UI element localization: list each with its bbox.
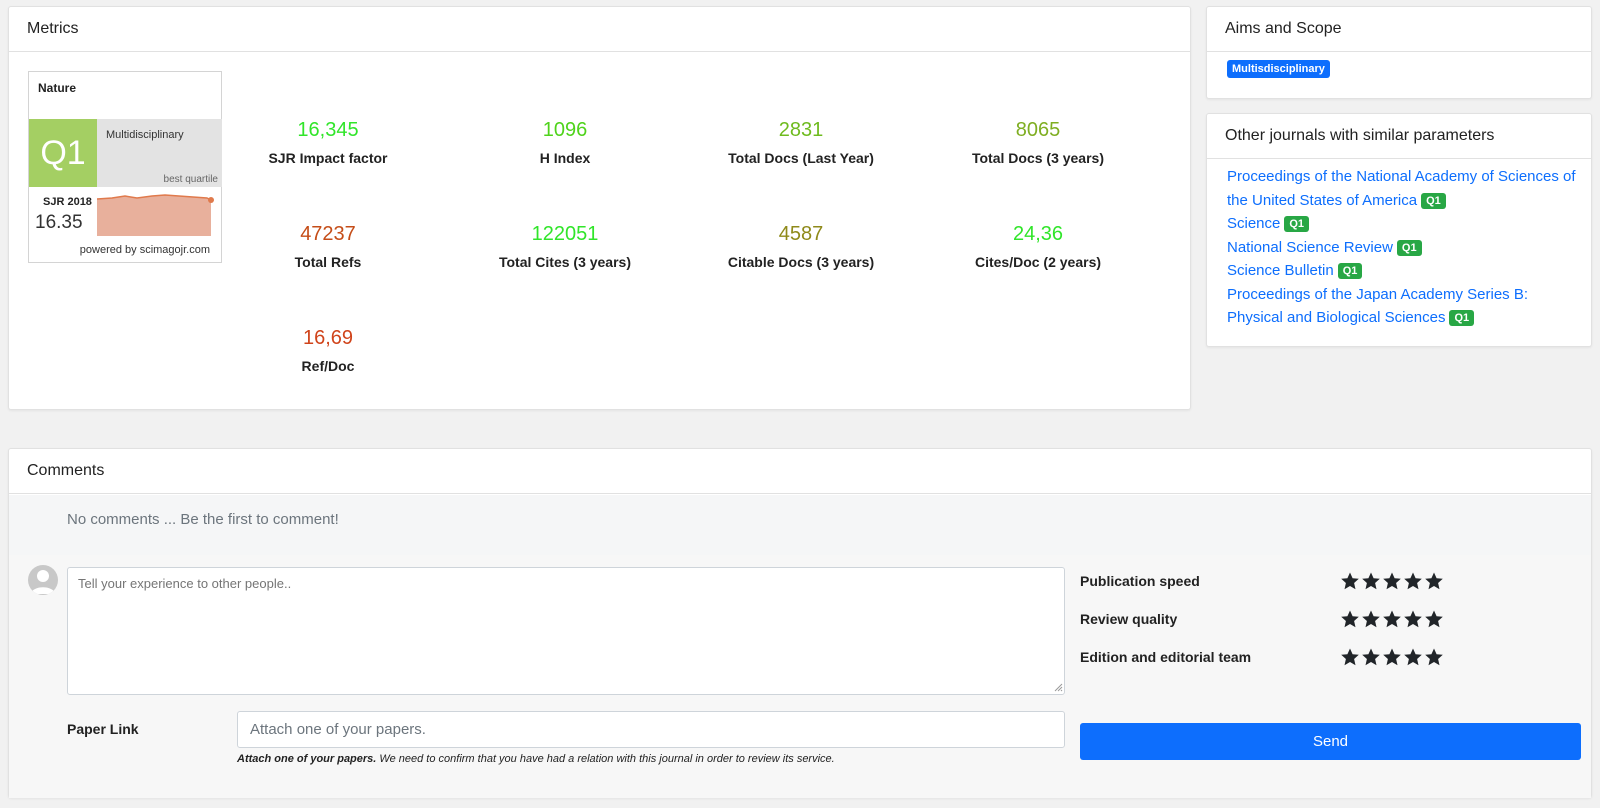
resize-grip-icon[interactable] <box>1054 683 1063 692</box>
paper-link-help: Attach one of your papers. We need to co… <box>237 753 835 765</box>
metric-value: 122051 <box>531 223 599 245</box>
metric-label: H Index <box>539 150 591 166</box>
sjr-trend-chart <box>97 194 214 236</box>
star-icon[interactable] <box>1403 609 1423 629</box>
sjr-trend-point <box>208 197 214 203</box>
star-rating <box>1340 571 1444 591</box>
sjr-category-box: Multidisciplinary best quartile <box>97 119 222 187</box>
metric-value: 47237 <box>300 223 356 245</box>
metric-item: 122051 Total Cites (3 years) <box>445 222 685 270</box>
metrics-card: Metrics Nature Q1 Multidisciplinary best… <box>8 6 1191 410</box>
scope-badge[interactable]: Multisdisciplinary <box>1227 60 1330 78</box>
paper-link-input[interactable]: Attach one of your papers. <box>237 711 1065 748</box>
star-icon[interactable] <box>1424 571 1444 591</box>
metric-item: 16,69 Ref/Doc <box>208 326 448 374</box>
star-icon[interactable] <box>1361 609 1381 629</box>
star-icon[interactable] <box>1424 647 1444 667</box>
star-icon[interactable] <box>1340 609 1360 629</box>
similar-journals-list: Proceedings of the National Academy of S… <box>1227 165 1581 330</box>
similar-journal-link[interactable]: National Science Review <box>1227 239 1393 256</box>
avatar <box>28 565 58 595</box>
sjr-widget[interactable]: Nature Q1 Multidisciplinary best quartil… <box>28 71 222 263</box>
quartile-badge: Q1 <box>1421 192 1446 209</box>
metric-value: 16,345 <box>297 119 359 141</box>
metric-item: 2831 Total Docs (Last Year) <box>681 118 921 166</box>
quartile-badge: Q1 <box>1284 216 1310 232</box>
similar-journal-link[interactable]: Science <box>1227 215 1280 232</box>
metric-item: 16,345 SJR Impact factor <box>208 118 448 166</box>
similar-journal-link[interactable]: Science Bulletin <box>1227 262 1334 279</box>
comments-title: Comments <box>9 449 1591 494</box>
rating-row: Review quality <box>1080 609 1460 629</box>
star-icon[interactable] <box>1382 647 1402 667</box>
aims-card: Aims and Scope Multisdisciplinary <box>1206 6 1592 99</box>
sjr-year-label: SJR 2018 <box>43 196 92 208</box>
metric-label: Total Docs (Last Year) <box>728 150 874 166</box>
similar-journals-title: Other journals with similar parameters <box>1207 114 1591 159</box>
metric-value: 4587 <box>778 223 824 245</box>
star-icon[interactable] <box>1424 609 1444 629</box>
rating-row: Edition and editorial team <box>1080 647 1460 667</box>
metric-value: 8065 <box>1015 119 1061 141</box>
metric-label: Cites/Doc (2 years) <box>974 254 1102 270</box>
similar-journal-item: Proceedings of the Japan Academy Series … <box>1227 283 1581 330</box>
similar-journal-link[interactable]: Proceedings of the Japan Academy Series … <box>1227 286 1528 327</box>
similar-journals-card: Other journals with similar parameters P… <box>1206 113 1592 347</box>
sjr-value: 16.35 <box>35 212 83 233</box>
star-icon[interactable] <box>1403 647 1423 667</box>
star-icon[interactable] <box>1382 609 1402 629</box>
metric-label: Ref/Doc <box>301 358 355 374</box>
metric-label: Citable Docs (3 years) <box>727 254 875 270</box>
star-icon[interactable] <box>1340 571 1360 591</box>
metric-label: Total Docs (3 years) <box>971 150 1104 166</box>
metric-item: 24,36 Cites/Doc (2 years) <box>918 222 1158 270</box>
metrics-title: Metrics <box>9 7 1190 52</box>
paper-help-bold: Attach one of your papers. <box>237 753 377 765</box>
rating-label: Publication speed <box>1080 573 1200 589</box>
rating-row: Publication speed <box>1080 571 1460 591</box>
sjr-quartile: Q1 <box>29 119 97 187</box>
metric-value: 16,69 <box>302 327 354 349</box>
star-icon[interactable] <box>1361 571 1381 591</box>
star-icon[interactable] <box>1361 647 1381 667</box>
metric-item: 1096 H Index <box>445 118 685 166</box>
paper-link-label: Paper Link <box>67 721 139 737</box>
user-icon <box>31 570 55 594</box>
metric-value: 24,36 <box>1012 223 1064 245</box>
star-icon[interactable] <box>1403 571 1423 591</box>
no-comments-text: No comments ... Be the first to comment! <box>67 511 339 528</box>
paper-help-text: We need to confirm that you have had a r… <box>376 753 835 765</box>
metric-item: 47237 Total Refs <box>208 222 448 270</box>
sjr-best-quartile: best quartile <box>163 174 218 185</box>
similar-journal-link[interactable]: Proceedings of the National Academy of S… <box>1227 168 1576 209</box>
metric-label: SJR Impact factor <box>268 150 388 166</box>
metric-label: Total Refs <box>294 254 362 270</box>
metric-value: 2831 <box>778 119 824 141</box>
star-rating <box>1340 609 1444 629</box>
similar-journal-item: Proceedings of the National Academy of S… <box>1227 165 1581 212</box>
aims-title: Aims and Scope <box>1207 7 1591 52</box>
quartile-badge: Q1 <box>1449 310 1475 326</box>
metric-value: 1096 <box>542 119 588 141</box>
rating-label: Edition and editorial team <box>1080 649 1252 665</box>
similar-journal-item: Science Bulletin Q1 <box>1227 259 1581 283</box>
rating-label: Review quality <box>1080 611 1178 627</box>
metric-item: 4587 Citable Docs (3 years) <box>681 222 921 270</box>
sjr-category: Multidisciplinary <box>106 129 184 141</box>
star-icon[interactable] <box>1382 571 1402 591</box>
quartile-badge: Q1 <box>1396 239 1422 256</box>
quartile-badge: Q1 <box>1337 263 1363 279</box>
send-button[interactable]: Send <box>1080 723 1581 760</box>
metric-item: 8065 Total Docs (3 years) <box>918 118 1158 166</box>
star-rating <box>1340 647 1444 667</box>
sjr-journal-name: Nature <box>38 81 77 95</box>
sjr-powered-by: powered by scimagojr.com <box>79 244 210 256</box>
similar-journal-item: National Science Review Q1 <box>1227 236 1581 260</box>
comment-textarea[interactable] <box>67 567 1065 695</box>
similar-journal-item: Science Q1 <box>1227 212 1581 236</box>
metric-label: Total Cites (3 years) <box>498 254 631 270</box>
star-icon[interactable] <box>1340 647 1360 667</box>
comments-card: Comments No comments ... Be the first to… <box>8 448 1592 798</box>
